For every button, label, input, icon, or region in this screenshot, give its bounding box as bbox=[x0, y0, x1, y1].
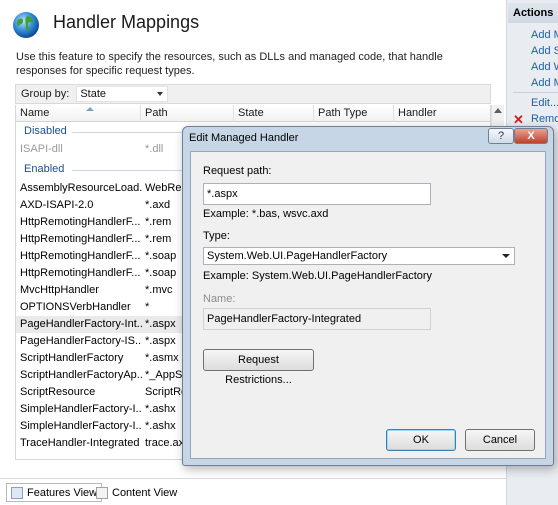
sort-ascending-icon bbox=[86, 107, 94, 111]
name-input[interactable]: PageHandlerFactory-Integrated bbox=[203, 308, 431, 330]
column-header-handler[interactable]: Handler bbox=[394, 105, 490, 122]
column-header-name[interactable]: Name bbox=[16, 105, 141, 122]
dialog-title: Edit Managed Handler bbox=[189, 132, 299, 144]
action-add-wildcard-script-map[interactable]: Add W bbox=[531, 61, 558, 73]
group-header-disabled[interactable]: Disabled bbox=[24, 125, 67, 137]
group-by-value: State bbox=[80, 88, 106, 100]
action-remove[interactable]: Remo bbox=[531, 113, 558, 125]
action-add-managed-handler[interactable]: Add M bbox=[531, 29, 558, 41]
page-title: Handler Mappings bbox=[53, 12, 200, 32]
column-header-state[interactable]: State bbox=[234, 105, 314, 122]
ok-button[interactable]: OK bbox=[386, 429, 456, 451]
group-divider bbox=[72, 132, 182, 133]
help-icon: ? bbox=[497, 130, 505, 142]
action-add-module-mapping[interactable]: Add M bbox=[531, 77, 558, 89]
close-icon: X bbox=[527, 130, 535, 142]
request-path-input[interactable]: *.aspx bbox=[203, 183, 431, 205]
type-label: Type: bbox=[203, 230, 230, 242]
request-path-label: Request path: bbox=[203, 165, 272, 177]
cancel-button[interactable]: Cancel bbox=[465, 429, 535, 451]
name-label: Name: bbox=[203, 293, 236, 305]
action-add-script-map[interactable]: Add S bbox=[531, 45, 558, 57]
type-combobox[interactable]: System.Web.UI.PageHandlerFactory bbox=[203, 247, 515, 265]
scroll-up-icon[interactable] bbox=[494, 108, 502, 113]
close-button[interactable]: X bbox=[514, 128, 548, 144]
globe-icon bbox=[13, 12, 39, 38]
group-header-enabled[interactable]: Enabled bbox=[24, 163, 64, 175]
view-switcher-bar: Features View Content View bbox=[0, 478, 506, 505]
group-by-label: Group by: bbox=[21, 88, 70, 100]
chevron-down-icon bbox=[502, 254, 510, 258]
type-example: Example: System.Web.UI.PageHandlerFactor… bbox=[203, 270, 433, 282]
tab-features-view[interactable]: Features View bbox=[6, 483, 103, 502]
actions-divider bbox=[513, 92, 558, 93]
group-by-bar: Group by: State bbox=[15, 84, 491, 104]
features-view-icon bbox=[11, 486, 23, 499]
actions-header: Actions bbox=[508, 3, 558, 23]
request-restrictions-button[interactable]: Request Restrictions... bbox=[203, 349, 314, 386]
group-divider bbox=[72, 170, 182, 171]
edit-managed-handler-dialog: Edit Managed Handler ? X Request path: *… bbox=[182, 126, 554, 466]
column-header-path-type[interactable]: Path Type bbox=[314, 105, 394, 122]
help-button[interactable]: ? bbox=[488, 128, 514, 144]
request-path-example: Example: *.bas, wsvc.axd bbox=[203, 208, 329, 220]
dialog-body: Request path: *.aspx Example: *.bas, wsv… bbox=[190, 151, 546, 459]
group-by-select[interactable]: State bbox=[76, 86, 169, 102]
chevron-down-icon bbox=[157, 92, 164, 96]
feature-description: Use this feature to specify the resource… bbox=[16, 51, 443, 77]
content-view-icon bbox=[96, 486, 108, 499]
tab-content-view[interactable]: Content View bbox=[92, 483, 181, 502]
grid-header: Name Path State Path Type Handler bbox=[16, 105, 490, 122]
action-edit[interactable]: Edit... bbox=[531, 97, 558, 109]
type-value: System.Web.UI.PageHandlerFactory bbox=[207, 250, 388, 262]
column-header-path[interactable]: Path bbox=[141, 105, 234, 122]
